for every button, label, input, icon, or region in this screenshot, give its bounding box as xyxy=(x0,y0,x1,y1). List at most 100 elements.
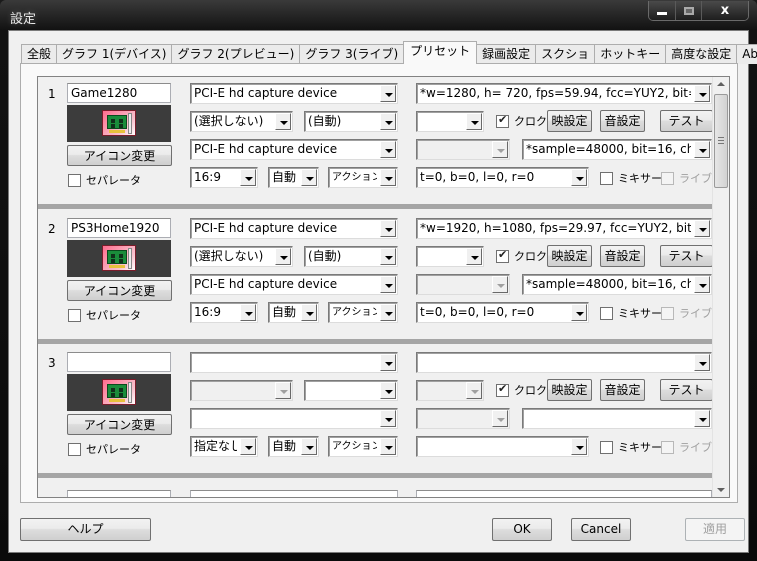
preset-icon-panel[interactable] xyxy=(67,105,171,142)
live-checkbox-box[interactable] xyxy=(661,440,674,454)
tab-advanced[interactable]: 高度な設定 xyxy=(665,44,738,64)
video-settings-button[interactable]: 映設定 xyxy=(547,110,592,132)
chevron-down-icon[interactable] xyxy=(694,220,710,237)
clock-source-select[interactable] xyxy=(416,380,484,401)
chevron-down-icon[interactable] xyxy=(275,113,291,130)
tab-graph1-device[interactable]: グラフ 1(デバイス) xyxy=(56,44,173,64)
tab-about[interactable]: About xyxy=(736,44,757,64)
tab-presets[interactable]: プリセット xyxy=(403,41,478,64)
interlace-select[interactable]: 自動 xyxy=(268,436,319,457)
input-type-select[interactable]: (自動) xyxy=(304,111,398,132)
preset-name-input[interactable]: Game1280 xyxy=(67,83,171,103)
chevron-down-icon[interactable] xyxy=(380,85,396,102)
chevron-down-icon[interactable] xyxy=(694,410,710,427)
live-checkbox[interactable]: ライブ xyxy=(661,171,712,185)
mixer-checkbox[interactable]: ミキサー xyxy=(600,440,662,454)
aspect-select[interactable]: 16:9 xyxy=(190,167,258,188)
mixer-checkbox-box[interactable] xyxy=(600,440,613,454)
change-icon-button[interactable]: アイコン変更 xyxy=(67,280,172,301)
change-icon-button[interactable]: アイコン変更 xyxy=(67,145,172,166)
preset-name-input[interactable] xyxy=(67,490,171,497)
separator-checkbox[interactable]: セパレータ xyxy=(68,308,141,322)
checkmark-icon[interactable] xyxy=(496,113,509,128)
chevron-down-icon[interactable] xyxy=(240,304,256,321)
chevron-down-icon[interactable] xyxy=(301,304,317,321)
chevron-down-icon[interactable] xyxy=(571,169,587,186)
cancel-button[interactable]: Cancel xyxy=(571,518,631,541)
aspect-select[interactable]: 指定なし xyxy=(190,436,258,457)
chevron-down-icon[interactable] xyxy=(466,113,482,130)
chevron-down-icon[interactable] xyxy=(380,141,396,158)
preset-name-input[interactable]: PS3Home1920 xyxy=(67,218,171,238)
audio-pin-select[interactable] xyxy=(416,408,510,429)
chevron-down-icon[interactable] xyxy=(492,141,508,158)
chevron-down-icon[interactable] xyxy=(492,410,508,427)
video-format-select[interactable]: *w=1920, h=1080, fps=29.97, fcc=YUY2, bi… xyxy=(416,218,712,239)
chevron-down-icon[interactable] xyxy=(275,382,291,399)
mixer-checkbox-box[interactable] xyxy=(600,171,613,185)
live-checkbox-box[interactable] xyxy=(661,171,674,185)
scroll-thumb[interactable] xyxy=(714,94,728,188)
chevron-down-icon[interactable] xyxy=(275,248,291,265)
chevron-down-icon[interactable] xyxy=(380,248,396,265)
audio-format-select[interactable] xyxy=(522,408,712,429)
chevron-down-icon[interactable] xyxy=(380,354,396,371)
apply-button[interactable]: 適用 xyxy=(685,518,745,541)
preset-name-input[interactable] xyxy=(67,352,171,372)
video-format-select[interactable] xyxy=(416,490,712,497)
chevron-down-icon[interactable] xyxy=(380,438,396,455)
scroll-down-icon[interactable] xyxy=(717,488,725,492)
checkmark-icon[interactable] xyxy=(496,382,509,397)
scroll-up-icon[interactable] xyxy=(717,82,725,86)
audio-pin-select[interactable] xyxy=(416,139,510,160)
mixer-checkbox[interactable]: ミキサー xyxy=(600,306,662,320)
test-button[interactable]: テスト xyxy=(660,379,713,401)
video-format-select[interactable]: *w=1280, h= 720, fps=59.94, fcc=YUY2, bi… xyxy=(416,83,712,104)
chevron-down-icon[interactable] xyxy=(240,169,256,186)
crop-select[interactable]: t=0, b=0, l=0, r=0 xyxy=(416,302,589,323)
audio-device-select[interactable] xyxy=(190,408,398,429)
audio-pin-select[interactable] xyxy=(416,274,510,295)
video-device-select[interactable] xyxy=(190,352,398,373)
tab-graph3-live[interactable]: グラフ 3(ライブ) xyxy=(299,44,405,64)
clock-checkbox[interactable]: クロク xyxy=(496,382,547,397)
help-button[interactable]: ヘルプ xyxy=(20,518,151,541)
chevron-down-icon[interactable] xyxy=(301,169,317,186)
audio-device-select[interactable]: PCI-E hd capture device xyxy=(190,139,398,160)
video-device-select[interactable]: PCI-E hd capture device xyxy=(190,218,398,239)
vertical-scrollbar[interactable] xyxy=(712,77,729,497)
chevron-down-icon[interactable] xyxy=(571,304,587,321)
action-select[interactable]: アクション xyxy=(328,167,398,188)
chevron-down-icon[interactable] xyxy=(466,382,482,399)
checkmark-icon[interactable] xyxy=(496,248,509,263)
live-checkbox[interactable]: ライブ xyxy=(661,306,712,320)
separator-checkbox-box[interactable] xyxy=(68,308,81,322)
input-type-select[interactable]: (自動) xyxy=(304,246,398,267)
title-bar[interactable]: 設定 x xyxy=(0,0,757,30)
video-device-select[interactable]: PCI-E hd capture device xyxy=(190,83,398,104)
preset-icon-panel[interactable] xyxy=(67,374,171,411)
crossbar-select[interactable]: (選択しない) xyxy=(190,246,293,267)
audio-settings-button[interactable]: 音設定 xyxy=(600,110,645,132)
chevron-down-icon[interactable] xyxy=(694,354,710,371)
video-settings-button[interactable]: 映設定 xyxy=(547,379,592,401)
live-checkbox-box[interactable] xyxy=(661,306,674,320)
action-select[interactable]: アクション xyxy=(328,302,398,323)
tab-hotkeys[interactable]: ホットキー xyxy=(594,44,667,64)
separator-checkbox[interactable]: セパレータ xyxy=(68,442,141,456)
mixer-checkbox-box[interactable] xyxy=(600,306,613,320)
video-device-select[interactable] xyxy=(190,490,398,497)
crossbar-select[interactable] xyxy=(190,380,293,401)
ok-button[interactable]: OK xyxy=(492,518,552,541)
change-icon-button[interactable]: アイコン変更 xyxy=(67,414,172,435)
chevron-down-icon[interactable] xyxy=(492,276,508,293)
aspect-select[interactable]: 16:9 xyxy=(190,302,258,323)
separator-checkbox[interactable]: セパレータ xyxy=(68,173,141,187)
crop-select[interactable] xyxy=(416,436,589,457)
crop-select[interactable]: t=0, b=0, l=0, r=0 xyxy=(416,167,589,188)
input-type-select[interactable] xyxy=(304,380,398,401)
chevron-down-icon[interactable] xyxy=(301,438,317,455)
chevron-down-icon[interactable] xyxy=(380,220,396,237)
tab-screenshot[interactable]: スクショ xyxy=(535,44,596,64)
clock-source-select[interactable] xyxy=(416,111,484,132)
